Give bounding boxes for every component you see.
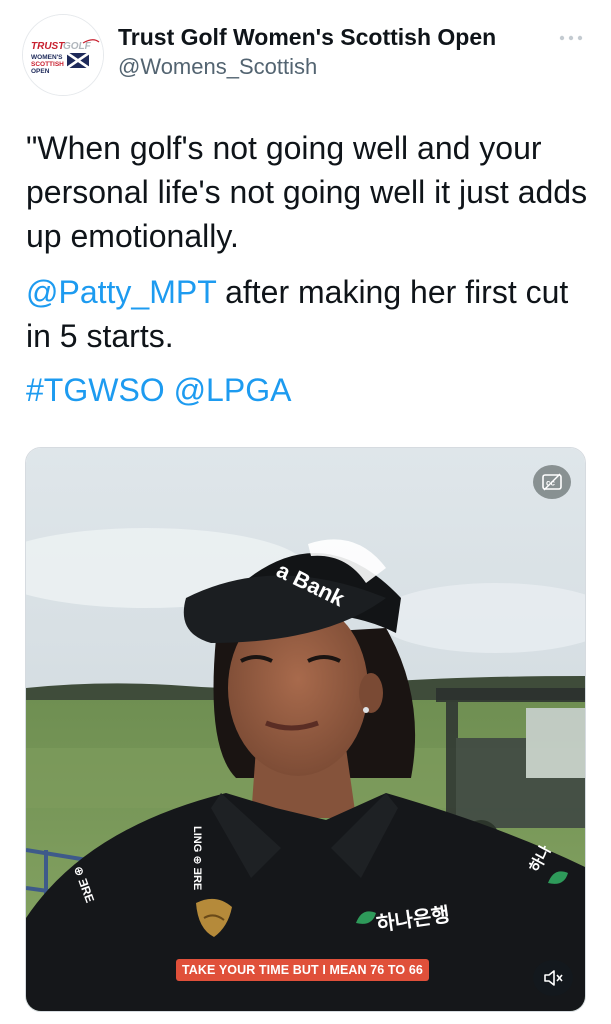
tweet-header: TRUST GOLF WOMEN'S SCOTTISH OPEN Trust G… [0,0,611,100]
hashtag-link[interactable]: #TGWSO [26,372,165,408]
mention-link[interactable]: @Patty_MPT [26,274,216,310]
closed-captions-icon: cc [542,473,562,491]
avatar[interactable]: TRUST GOLF WOMEN'S SCOTTISH OPEN [22,14,104,96]
logo-word-trust: TRUST [31,41,65,52]
tweet-line-tags: #TGWSO @LPGA [26,368,596,412]
video-subtitle: TAKE YOUR TIME BUT I MEAN 76 TO 66 [176,959,429,981]
tgwso-logo: TRUST GOLF WOMEN'S SCOTTISH OPEN [23,15,103,95]
logo-word-golf: GOLF [63,41,92,52]
author-name[interactable]: Trust Golf Women's Scottish Open [118,24,496,51]
saltire-flag-icon [66,51,90,70]
logo-word-scottish: SCOTTISH [31,61,64,68]
mention-link-lpga[interactable]: @LPGA [174,372,292,408]
author-handle[interactable]: @Womens_Scottish [118,54,317,80]
tweet-quote: "When golf's not going well and your per… [26,130,588,254]
closed-captions-button[interactable]: cc [533,465,571,499]
volume-muted-icon [544,970,563,986]
mute-button[interactable] [533,960,573,996]
more-horizontal-icon[interactable] [556,26,586,50]
video-frame [26,448,585,1011]
logo-word-womens: WOMEN'S [31,54,63,61]
logo-word-open: OPEN [31,68,50,75]
collar-sponsor-text: LING ⊕ ƎRE [191,826,203,891]
video-player[interactable]: a Bank LING ⊕ ƎRE ⊕ ƎRE 하나은행 하나 cc TAKE … [25,447,586,1012]
tweet-line-mention: @Patty_MPT after making her first cut in… [26,270,596,358]
